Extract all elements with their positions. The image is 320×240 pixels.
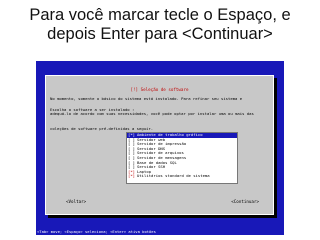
slide-caption: Para você marcar tecle o Espaço, e depoi…	[0, 6, 320, 44]
back-button[interactable]: <Voltar>	[66, 199, 86, 205]
dialog-title-bar: [!] Seleção de software	[46, 76, 273, 92]
software-list-item[interactable]: [*] Utilitários standard de sistema	[127, 174, 237, 179]
dialog-prompt: Escolha o software a ser instalado :	[50, 107, 135, 112]
description-line-3: coleções de software pré-definidas a seg…	[50, 126, 154, 131]
description-line-1: No momento, somente o básico do sistema …	[50, 96, 243, 101]
continue-button[interactable]: <Continuar>	[231, 199, 259, 205]
software-list[interactable]: [*] Ambiente de trabalho gráfico[ ] Servid…	[126, 132, 238, 184]
caption-line-1: Para você marcar tecle o Espaço, e	[29, 6, 291, 24]
checkbox-mark[interactable]: [*]	[128, 174, 137, 179]
software-item-label: Utilitários standard de sistema	[137, 173, 210, 179]
installer-screen: [!] Seleção de software No momento, some…	[36, 61, 284, 235]
status-bar: <Tab> move; <Espaço> seleciona; <Enter> …	[37, 229, 156, 234]
caption-line-2: depois Enter para <Continuar>	[47, 25, 273, 43]
software-selection-dialog: [!] Seleção de software No momento, some…	[45, 75, 274, 215]
